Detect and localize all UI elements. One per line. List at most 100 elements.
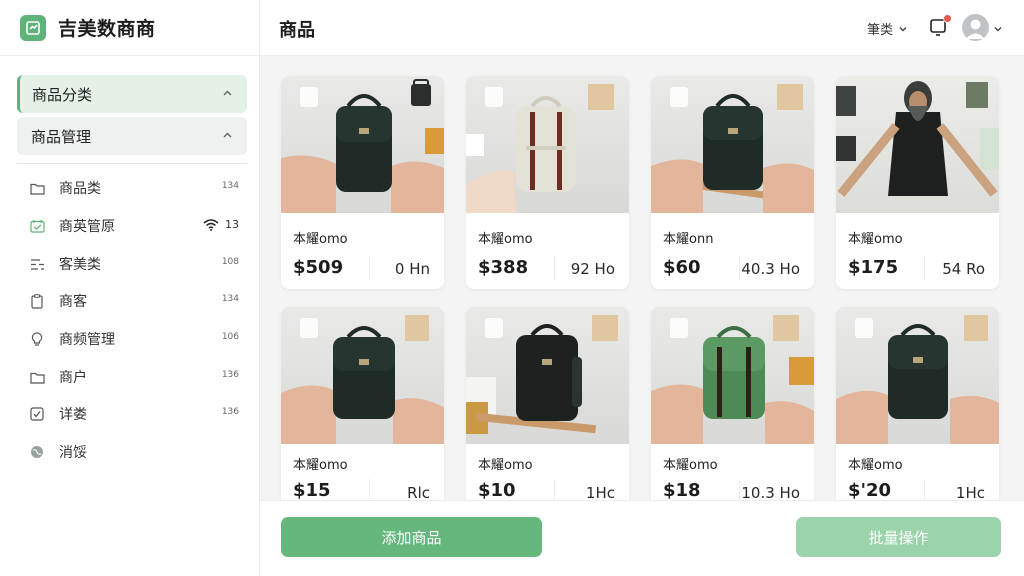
group-product-category[interactable]: 商品分类 — [17, 75, 247, 113]
folder-icon — [29, 180, 45, 196]
item-count: 136 — [221, 407, 239, 417]
document-icon — [670, 318, 688, 338]
action-bar: 添加商品 批量操作 — [260, 500, 1024, 576]
product-meta: Rlc — [407, 484, 430, 500]
top-bar: 商品 筆类 — [260, 0, 1024, 56]
product-name: 本耀omo — [848, 232, 903, 247]
app-name: 吉美数商商 — [58, 18, 156, 40]
product-image — [466, 307, 629, 444]
sidebar-item-label: 消馁 — [59, 445, 87, 461]
product-image — [281, 76, 444, 213]
product-name: 本耀omo — [848, 458, 903, 473]
product-price: $388 — [478, 257, 529, 278]
product-meta: 54 Ro — [942, 260, 985, 278]
product-name: 本耀omo — [293, 232, 348, 247]
item-count-wrap: 13 — [203, 218, 239, 231]
divider — [739, 479, 740, 500]
product-price: $509 — [293, 257, 344, 278]
product-meta: 92 Ho — [570, 260, 615, 278]
product-meta: 40.3 Ho — [741, 260, 800, 278]
notification-button[interactable] — [928, 14, 952, 39]
globe-icon — [29, 444, 45, 460]
product-meta: 1Hc — [585, 484, 615, 500]
divider — [924, 256, 925, 280]
divider — [369, 256, 370, 280]
notification-badge — [943, 14, 952, 23]
product-name: 本耀omo — [478, 232, 533, 247]
product-image — [651, 76, 814, 213]
item-count: 13 — [225, 218, 239, 231]
product-image — [651, 307, 814, 444]
sidebar-item-7[interactable]: 详娄 136 — [17, 399, 247, 429]
chevron-up-icon — [223, 90, 232, 96]
group-product-management[interactable]: 商品管理 — [17, 117, 247, 155]
product-price: $175 — [848, 257, 899, 278]
item-count: 106 — [221, 332, 239, 342]
chevron-down-icon[interactable] — [993, 24, 1003, 34]
product-card[interactable]: 本耀omo $'20 1Hc — [836, 307, 999, 500]
product-meta: 10.3 Ho — [741, 484, 800, 500]
divider — [17, 163, 247, 164]
product-card[interactable]: 本耀omo $175 54 Ro — [836, 76, 999, 289]
divider — [739, 256, 740, 280]
store-logo-icon — [20, 14, 46, 41]
batch-operation-button[interactable]: 批量操作 — [796, 517, 1001, 557]
sidebar-item-label: 商客 — [59, 294, 87, 310]
sidebar: 吉美数商商 商品分类 商品管理 商品类 134 商英管原 13 客美类 108 … — [0, 0, 260, 576]
sidebar-item-2[interactable]: 商英管原 13 — [17, 211, 247, 241]
document-icon — [670, 87, 688, 107]
filter-label: 筆类 — [867, 23, 894, 38]
product-name: 本耀omo — [478, 458, 533, 473]
item-count: 134 — [221, 294, 239, 304]
item-count: 134 — [221, 181, 239, 191]
product-card[interactable]: 本耀omo $388 92 Ho — [466, 76, 629, 289]
divider — [554, 256, 555, 280]
product-meta: 0 Hn — [394, 260, 430, 278]
divider — [924, 479, 925, 500]
product-image — [281, 307, 444, 444]
product-name: 本耀onn — [663, 232, 714, 247]
page-title: 商品 — [279, 20, 315, 41]
user-avatar-icon[interactable] — [962, 14, 989, 41]
divider — [369, 479, 370, 500]
item-count: 108 — [221, 257, 239, 267]
sidebar-item-4[interactable]: 商客 134 — [17, 286, 247, 316]
product-image — [466, 76, 629, 213]
product-price: $10 — [478, 480, 516, 500]
product-name: 本耀omo — [293, 458, 348, 473]
sidebar-item-label: 商频管理 — [59, 332, 115, 348]
product-price: $60 — [663, 257, 701, 278]
sidebar-item-6[interactable]: 商户 136 — [17, 362, 247, 392]
document-icon — [485, 318, 503, 338]
product-name: 本耀omo — [663, 458, 718, 473]
sidebar-item-8[interactable]: 消馁 — [17, 437, 247, 467]
document-icon — [855, 318, 873, 338]
list-icon — [29, 256, 45, 272]
brand[interactable]: 吉美数商商 — [0, 0, 259, 56]
chevron-up-icon — [223, 132, 232, 138]
product-card[interactable]: 本耀omo $509 0 Hn — [281, 76, 444, 289]
document-icon — [300, 318, 318, 338]
product-card[interactable]: 本耀omo $10 1Hc — [466, 307, 629, 500]
product-grid: 本耀omo $509 0 Hn 本耀omo $388 92 Ho 本耀onn $… — [260, 56, 1024, 500]
divider — [554, 479, 555, 500]
category-filter-dropdown[interactable]: 筆类 — [867, 19, 908, 38]
sidebar-item-1[interactable]: 商品类 134 — [17, 173, 247, 203]
bulb-icon — [29, 331, 45, 347]
sidebar-item-3[interactable]: 客美类 108 — [17, 249, 247, 279]
sidebar-item-label: 商品类 — [59, 181, 101, 197]
wifi-icon — [203, 218, 219, 231]
product-card[interactable]: 本耀onn $60 40.3 Ho — [651, 76, 814, 289]
add-product-button[interactable]: 添加商品 — [281, 517, 542, 557]
sidebar-item-5[interactable]: 商频管理 106 — [17, 324, 247, 354]
sidebar-item-label: 商英管原 — [59, 219, 115, 235]
product-card[interactable]: 本耀omo $18 10.3 Ho — [651, 307, 814, 500]
product-image — [836, 76, 999, 213]
product-price: $18 — [663, 480, 701, 500]
document-icon — [300, 87, 318, 107]
product-meta: 1Hc — [955, 484, 985, 500]
calendar-icon — [29, 218, 45, 234]
product-card[interactable]: 本耀omo $15 Rlc — [281, 307, 444, 500]
product-image — [836, 307, 999, 444]
chevron-down-icon — [899, 26, 907, 31]
